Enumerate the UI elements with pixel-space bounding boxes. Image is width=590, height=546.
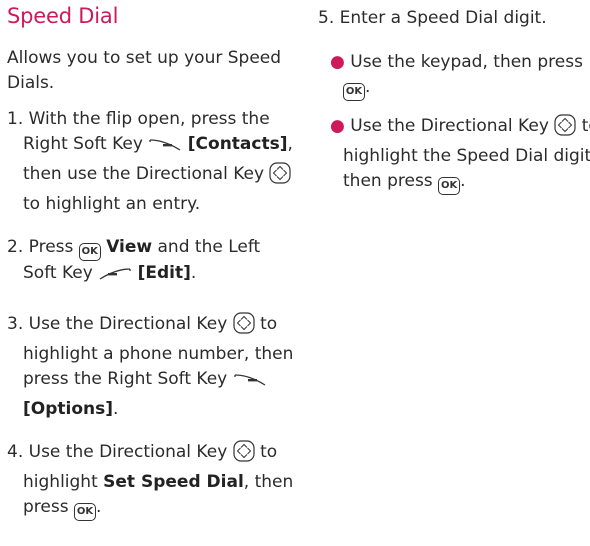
step-2: 2. Press OK View and the Left Soft Key [… — [7, 235, 295, 291]
ok-key-icon: OK — [78, 243, 101, 261]
intro-text: Allows you to set up your Speed Dials. — [7, 48, 282, 93]
step-5: 5. Enter a Speed Dial digit. — [318, 8, 547, 28]
step-1: 1. With the flip open, press the Right S… — [7, 109, 293, 214]
right-soft-key-icon — [233, 371, 267, 397]
bullet-icon: ● — [330, 52, 345, 72]
directional-key-icon — [233, 312, 255, 342]
step-3: 3. Use the Directional Key to highlight … — [7, 312, 294, 419]
left-soft-key-icon — [98, 265, 132, 291]
directional-key-icon — [269, 162, 292, 192]
ok-key-icon: OK — [343, 83, 365, 101]
ok-key-icon: OK — [74, 503, 96, 521]
bullet-keypad: ● Use the keypad, then press OK. — [330, 50, 590, 101]
directional-key-icon — [233, 440, 255, 470]
bullet-directional: ● Use the Directional Key to highlight t… — [330, 114, 590, 195]
step-4: 4. Use the Directional Key to highlight … — [7, 440, 295, 521]
ok-key-icon: OK — [438, 177, 461, 195]
right-soft-key-icon — [148, 136, 182, 162]
bullet-icon: ● — [330, 116, 345, 136]
page-title: Speed Dial — [7, 4, 119, 28]
directional-key-icon — [554, 114, 576, 144]
